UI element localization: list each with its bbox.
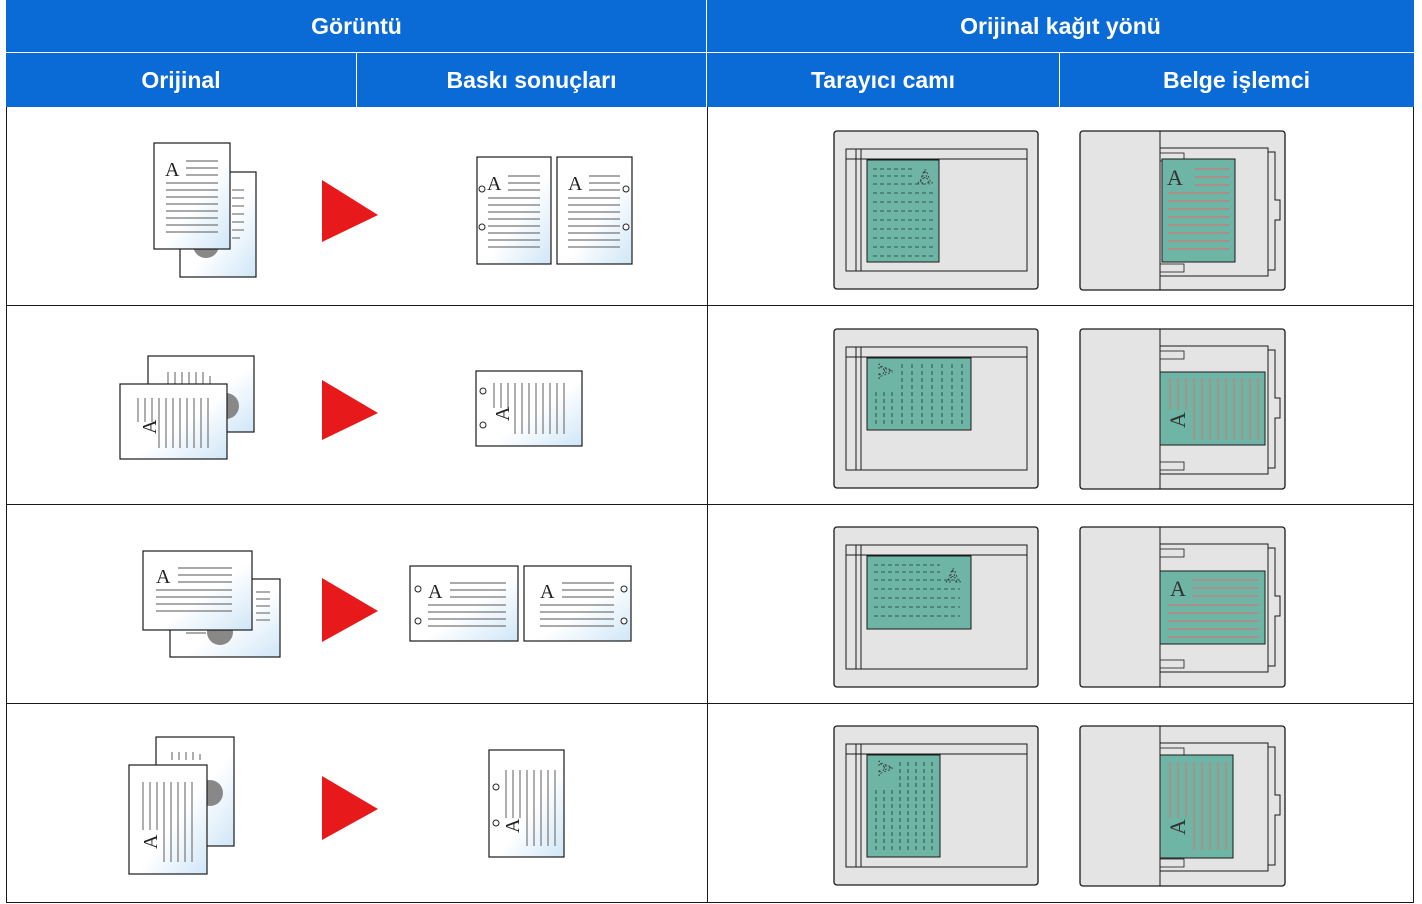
punched-page-icon: A A	[476, 156, 633, 265]
svg-text:A: A	[428, 581, 443, 603]
scanner-glass-icon: A	[833, 328, 1039, 489]
svg-text:A: A	[487, 173, 502, 195]
illustrations: A A A A A A A A A A A A A A A A A A	[119, 130, 1286, 887]
svg-text:A: A	[874, 364, 896, 379]
svg-text:A: A	[874, 761, 896, 776]
svg-text:A: A	[139, 419, 161, 434]
svg-text:A: A	[540, 581, 555, 603]
svg-text:A: A	[946, 565, 961, 587]
red-right-arrow-icon	[322, 578, 378, 642]
scanner-glass-icon: A	[833, 725, 1039, 886]
document-processor-icon: A	[1079, 526, 1286, 688]
svg-text:A: A	[918, 166, 933, 188]
svg-text:A: A	[1170, 576, 1186, 601]
punched-page-icon: A A	[409, 565, 632, 642]
red-right-arrow-icon	[322, 380, 378, 440]
svg-text:A: A	[1165, 819, 1190, 835]
stacked-pages-icon: A	[128, 736, 235, 875]
stacked-pages-icon: A	[119, 355, 255, 460]
red-right-arrow-icon	[322, 776, 378, 840]
svg-text:A: A	[156, 566, 171, 588]
svg-text:A: A	[165, 159, 180, 181]
document-processor-icon: A	[1079, 130, 1286, 291]
red-right-arrow-icon	[322, 180, 378, 242]
svg-text:A: A	[568, 173, 583, 195]
scanner-glass-icon: A	[833, 526, 1039, 688]
svg-text:A: A	[140, 834, 162, 849]
svg-text:A: A	[502, 818, 524, 833]
stacked-pages-icon: A	[153, 142, 257, 278]
punched-page-icon: A	[488, 749, 565, 858]
svg-text:A: A	[1165, 412, 1190, 428]
svg-text:A: A	[492, 406, 514, 421]
punched-page-icon: A	[475, 370, 583, 447]
stacked-pages-icon: A	[142, 550, 281, 658]
document-processor-icon: A	[1079, 328, 1286, 490]
scanner-glass-icon: A A	[833, 130, 1039, 290]
svg-text:A: A	[1167, 165, 1183, 190]
document-processor-icon: A	[1079, 725, 1286, 887]
